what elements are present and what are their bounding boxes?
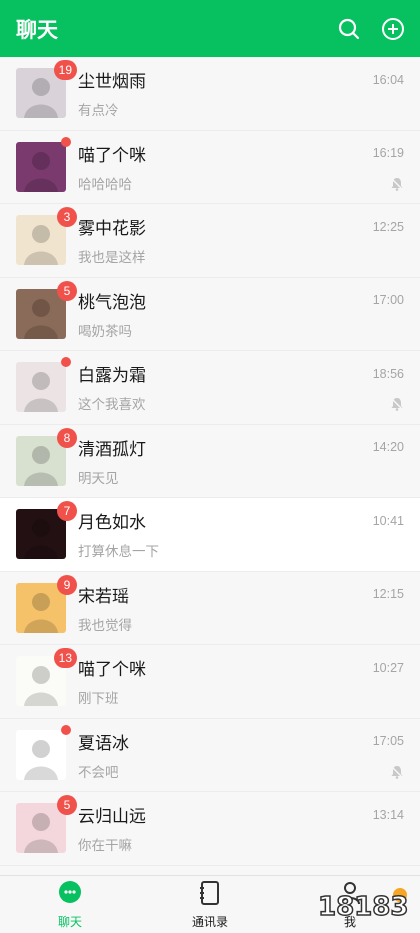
- message-preview: 你在干嘛: [78, 838, 132, 855]
- message-time: 10:27: [372, 660, 404, 675]
- chat-row[interactable]: 5 云归山远 13:14 你在干嘛: [0, 792, 420, 866]
- unread-count-badge: 19: [53, 60, 77, 81]
- contact-name: 桃气泡泡: [78, 292, 146, 313]
- message-preview: 刚下班: [78, 691, 119, 708]
- message-time: 14:20: [372, 440, 404, 455]
- avatar-wrapper: 5: [16, 795, 77, 854]
- contact-name: 喵了个咪: [78, 660, 146, 681]
- unread-dot: [61, 357, 71, 368]
- chat-content: 清酒孤灯 14:20 明天见: [78, 425, 420, 498]
- chat-bubble-icon: [57, 880, 83, 910]
- contact-name: 夏语冰: [78, 733, 129, 754]
- message-preview: 有点冷: [78, 103, 119, 120]
- page-title: 聊天: [16, 17, 58, 42]
- unread-count-badge: 7: [57, 501, 77, 522]
- message-preview: 这个我喜欢: [78, 397, 146, 414]
- message-time: 17:00: [372, 293, 404, 308]
- chat-content: 云归山远 13:14 你在干嘛: [78, 792, 420, 865]
- message-time: 12:15: [372, 587, 404, 602]
- message-preview: 打算休息一下: [78, 544, 159, 561]
- message-preview: 不会吧: [78, 764, 119, 781]
- unread-count-badge: 8: [57, 427, 77, 448]
- chat-row[interactable]: 喵了个咪 16:19 哈哈哈哈: [0, 130, 420, 204]
- message-preview: 我也觉得: [78, 617, 132, 634]
- contact-name: 白露为霜: [78, 366, 146, 387]
- chat-content: 喵了个咪 16:19 哈哈哈哈: [78, 131, 420, 204]
- svg-text:18183: 18183: [318, 892, 408, 922]
- chat-row[interactable]: 7 月色如水 10:41 打算休息一下: [0, 498, 420, 572]
- message-time: 16:19: [372, 146, 404, 161]
- contact-name: 尘世烟雨: [78, 72, 146, 93]
- tab-chats[interactable]: 聊天: [0, 876, 140, 933]
- chat-content: 喵了个咪 10:27 刚下班: [78, 645, 420, 718]
- contacts-book-icon: [198, 880, 222, 910]
- chat-row[interactable]: 13 喵了个咪 10:27 刚下班: [0, 645, 420, 719]
- avatar-wrapper: 19: [16, 60, 77, 119]
- message-preview: 我也是这样: [78, 250, 146, 267]
- chat-list: 19 尘世烟雨 16:04 有点冷 喵了个咪 16:19 哈哈哈哈 3 雾中花影 12:25 我也是…: [0, 57, 420, 866]
- unread-count-badge: 5: [57, 280, 77, 301]
- search-icon[interactable]: [336, 16, 362, 42]
- contact-name: 月色如水: [78, 513, 146, 534]
- unread-dot: [61, 724, 71, 735]
- add-circle-icon[interactable]: [380, 16, 406, 42]
- tab-chats-label: 聊天: [57, 914, 82, 929]
- avatar-wrapper: 13: [16, 648, 77, 707]
- avatar-wrapper: 7: [16, 501, 77, 560]
- chat-row[interactable]: 9 宋若瑶 12:15 我也觉得: [0, 571, 420, 645]
- contact-name: 宋若瑶: [78, 586, 129, 607]
- message-time: 10:41: [372, 513, 404, 528]
- message-preview: 喝奶茶吗: [78, 323, 132, 340]
- tab-contacts-label: 通讯录: [191, 914, 228, 929]
- avatar[interactable]: [16, 362, 66, 413]
- chat-content: 白露为霜 18:56 这个我喜欢: [78, 351, 420, 424]
- message-time: 17:05: [372, 734, 404, 749]
- chat-row[interactable]: 8 清酒孤灯 14:20 明天见: [0, 424, 420, 498]
- message-time: 13:14: [372, 807, 404, 822]
- avatar-wrapper: 8: [16, 427, 77, 486]
- message-time: 16:04: [372, 72, 404, 87]
- message-time: 18:56: [372, 366, 404, 381]
- watermark-logo: 18183: [314, 877, 414, 927]
- chat-row[interactable]: 5 桃气泡泡 17:00 喝奶茶吗: [0, 277, 420, 351]
- avatar-wrapper: [16, 136, 71, 192]
- avatar-wrapper: 9: [16, 574, 77, 633]
- unread-count-badge: 3: [57, 207, 77, 228]
- contact-name: 喵了个咪: [78, 145, 146, 166]
- muted-bell-icon: [390, 396, 404, 412]
- unread-count-badge: 5: [57, 795, 77, 816]
- avatar-wrapper: 5: [16, 280, 77, 339]
- avatar-wrapper: 3: [16, 207, 77, 266]
- avatar-wrapper: [16, 724, 71, 780]
- unread-dot: [61, 136, 71, 147]
- tab-contacts[interactable]: 通讯录: [140, 876, 280, 933]
- chat-row[interactable]: 19 尘世烟雨 16:04 有点冷: [0, 57, 420, 131]
- chat-row[interactable]: 白露为霜 18:56 这个我喜欢: [0, 351, 420, 425]
- message-time: 12:25: [372, 219, 404, 234]
- unread-count-badge: 9: [57, 574, 77, 595]
- chat-content: 夏语冰 17:05 不会吧: [78, 719, 420, 792]
- chat-row[interactable]: 夏语冰 17:05 不会吧: [0, 718, 420, 792]
- chat-row[interactable]: 3 雾中花影 12:25 我也是这样: [0, 204, 420, 278]
- avatar-wrapper: [16, 357, 71, 413]
- avatar[interactable]: [16, 729, 66, 780]
- chat-content: 雾中花影 12:25 我也是这样: [78, 204, 420, 277]
- muted-bell-icon: [390, 764, 404, 779]
- chat-content: 宋若瑶 12:15 我也觉得: [78, 572, 420, 645]
- message-preview: 哈哈哈哈: [78, 176, 132, 193]
- unread-count-badge: 13: [53, 648, 77, 669]
- chat-content: 尘世烟雨 16:04 有点冷: [78, 57, 420, 130]
- message-preview: 明天见: [78, 470, 119, 487]
- app-header: 聊天: [0, 0, 420, 57]
- avatar[interactable]: [16, 141, 66, 192]
- chat-content: 桃气泡泡 17:00 喝奶茶吗: [78, 278, 420, 351]
- contact-name: 雾中花影: [78, 219, 146, 240]
- contact-name: 云归山远: [78, 807, 146, 828]
- muted-bell-icon: [390, 176, 404, 191]
- chat-content: 月色如水 10:41 打算休息一下: [78, 498, 420, 571]
- contact-name: 清酒孤灯: [78, 439, 146, 460]
